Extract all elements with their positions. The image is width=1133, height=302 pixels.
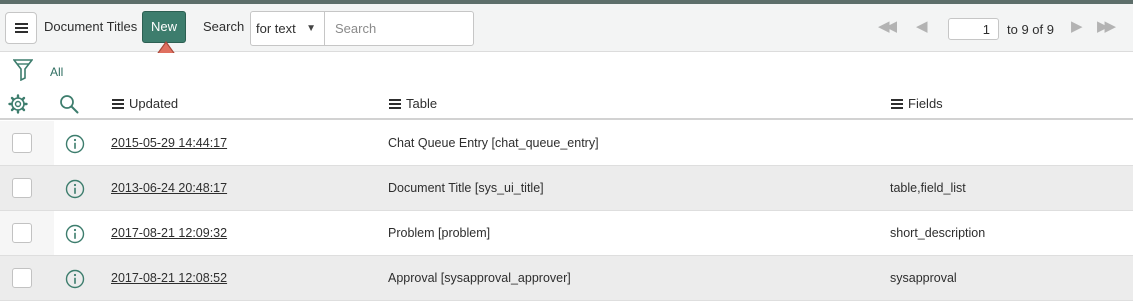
hamburger-menu-icon-bar: [15, 31, 28, 33]
column-menu-icon[interactable]: [891, 97, 903, 111]
search-field-select[interactable]: for text ▼: [250, 11, 325, 46]
table-cell: Document Title [sys_ui_title]: [388, 181, 544, 195]
updated-link[interactable]: 2013-06-24 20:48:17: [111, 181, 227, 195]
row-checkbox[interactable]: [12, 178, 32, 198]
search-field-select-value: for text: [256, 21, 296, 36]
column-header-updated[interactable]: Updated: [112, 96, 178, 112]
info-circle-icon[interactable]: [65, 269, 85, 289]
info-circle-icon[interactable]: [65, 224, 85, 244]
funnel-icon[interactable]: [13, 59, 33, 81]
column-menu-icon[interactable]: [389, 97, 401, 111]
next-page-icon[interactable]: ▶: [1071, 17, 1082, 35]
table-row: 2017-08-21 12:08:52 Approval [sysapprova…: [0, 256, 1133, 301]
column-header-fields[interactable]: Fields: [891, 96, 943, 112]
updated-link[interactable]: 2017-08-21 12:08:52: [111, 271, 227, 285]
row-checkbox[interactable]: [12, 223, 32, 243]
column-header-label: Fields: [908, 96, 943, 111]
info-circle-icon[interactable]: [65, 134, 85, 154]
hamburger-menu-icon-bar: [15, 27, 28, 29]
fields-cell: short_description: [890, 226, 986, 240]
fields-cell: sysapproval: [890, 271, 957, 285]
first-page-icon[interactable]: ◀◀: [878, 17, 897, 35]
fields-cell: table,field_list: [890, 181, 966, 195]
table-row: 2017-08-21 12:09:32 Problem [problem] sh…: [0, 211, 1133, 256]
caret-down-icon: ▼: [306, 23, 316, 34]
column-header-label: Table: [406, 96, 438, 111]
row-checkbox[interactable]: [12, 268, 32, 288]
search-label: Search: [203, 19, 245, 34]
previous-page-icon[interactable]: ◀: [916, 17, 927, 35]
filter-breadcrumb-row: All: [0, 53, 1133, 89]
table-cell: Chat Queue Entry [chat_queue_entry]: [388, 136, 599, 150]
column-menu-icon[interactable]: [112, 97, 124, 111]
column-header-table[interactable]: Table: [389, 96, 437, 112]
table-cell: Problem [problem]: [388, 226, 491, 240]
table-row: 2015-05-29 14:44:17 Chat Queue Entry [ch…: [0, 121, 1133, 166]
info-circle-icon[interactable]: [65, 179, 85, 199]
magnifier-icon[interactable]: [59, 94, 79, 114]
table-header: Updated Table Fields: [0, 89, 1133, 120]
row-checkbox[interactable]: [12, 133, 32, 153]
new-button[interactable]: New: [142, 11, 186, 43]
updated-link[interactable]: 2015-05-29 14:44:17: [111, 136, 227, 150]
context-menu-button[interactable]: [5, 12, 37, 44]
gear-icon[interactable]: [8, 94, 28, 114]
search-input[interactable]: [324, 11, 474, 46]
page-number-input[interactable]: [948, 18, 999, 40]
table-row: 2013-06-24 20:48:17 Document Title [sys_…: [0, 166, 1133, 211]
table-cell: Approval [sysapproval_approver]: [388, 271, 571, 285]
page-range-text: to 9 of 9: [1007, 22, 1054, 37]
column-header-label: Updated: [129, 96, 179, 111]
hamburger-menu-icon: [15, 23, 28, 25]
list-title: Document Titles: [44, 19, 138, 34]
last-page-icon[interactable]: ▶▶: [1097, 17, 1116, 35]
updated-link[interactable]: 2017-08-21 12:09:32: [111, 226, 227, 240]
breadcrumb-all-link[interactable]: All: [50, 65, 63, 79]
